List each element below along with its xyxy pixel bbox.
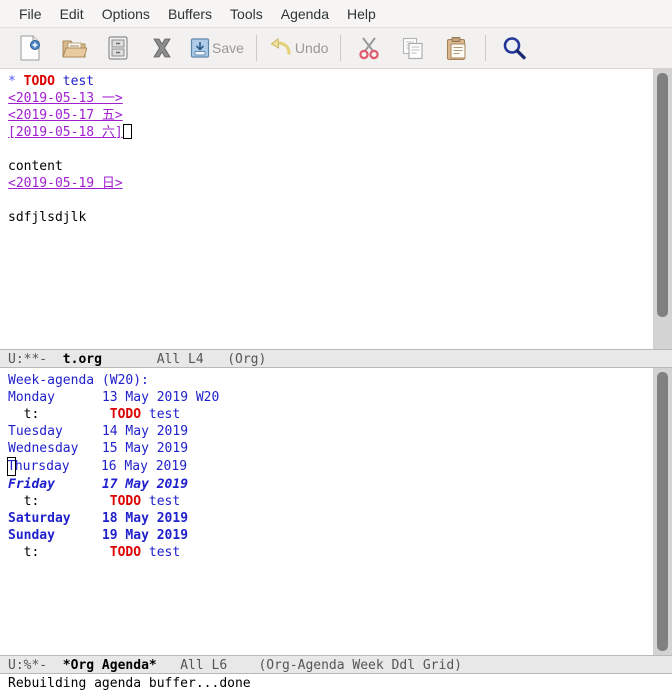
org-scrollbar-thumb[interactable]	[657, 73, 668, 317]
agenda-date-friday: 17 May 2019	[101, 477, 189, 492]
open-file-button[interactable]	[52, 30, 96, 66]
org-timestamp-1[interactable]: <2019-05-13 一>	[8, 91, 123, 106]
agenda-entry-text-1[interactable]: test	[149, 407, 180, 422]
org-file-window[interactable]: * TODO test <2019-05-13 一> <2019-05-17 五…	[0, 69, 672, 349]
menu-file[interactable]: File	[10, 4, 51, 24]
org-modeline-major-mode: (Org)	[227, 352, 267, 367]
menu-options[interactable]: Options	[93, 4, 159, 24]
echo-area-message: Rebuilding agenda buffer...done	[8, 676, 251, 691]
agenda-day-thursday-rest[interactable]: hursday	[15, 459, 70, 474]
clipboard-paste-icon	[447, 36, 466, 60]
org-headline-title: test	[62, 74, 95, 89]
org-modeline-buffer-name: t.org	[62, 352, 102, 367]
agenda-date-wednesday: 15 May 2019	[101, 441, 189, 456]
menu-agenda[interactable]: Agenda	[272, 4, 338, 24]
copy-button[interactable]	[391, 30, 435, 66]
search-button[interactable]	[492, 30, 536, 66]
agenda-date-saturday: 18 May 2019	[101, 511, 189, 526]
agenda-entry-category-3: t:	[23, 545, 40, 560]
new-file-icon	[20, 35, 40, 61]
agenda-buffer-text[interactable]: Week-agenda (W20): Monday 13 May 2019 W2…	[0, 368, 650, 655]
agenda-day-friday[interactable]: Friday	[8, 477, 55, 492]
undo-button-label: Undo	[294, 40, 329, 56]
toolbar-separator-1	[255, 35, 257, 61]
text-cursor	[122, 124, 132, 139]
paste-button[interactable]	[435, 30, 479, 66]
org-modeline-position: All L4	[156, 352, 204, 367]
agenda-window[interactable]: Week-agenda (W20): Monday 13 May 2019 W2…	[0, 368, 672, 655]
close-buffer-button[interactable]	[140, 30, 184, 66]
org-trailing-text: sdfjlsdjlk	[8, 210, 87, 225]
agenda-date-sunday: 19 May 2019	[101, 528, 189, 543]
echo-area: Rebuilding agenda buffer...done	[0, 674, 672, 696]
agenda-title: Week-agenda (W20):	[8, 373, 149, 388]
agenda-entry-text-2[interactable]: test	[149, 494, 180, 509]
agenda-entry-text-3[interactable]: test	[149, 545, 180, 560]
org-timestamp-2[interactable]: <2019-05-17 五>	[8, 108, 123, 123]
agenda-entry-category-2: t:	[23, 494, 40, 509]
agenda-day-sunday[interactable]: Sunday	[8, 528, 55, 543]
agenda-day-monday[interactable]: Monday	[8, 390, 55, 405]
org-window-modeline: U:**- t.org All L4 (Org)	[0, 349, 672, 368]
menu-bar: File Edit Options Buffers Tools Agenda H…	[0, 0, 672, 28]
org-body-line: content	[8, 159, 63, 174]
agenda-modeline-major-mode: (Org-Agenda Week Ddl Grid)	[258, 658, 462, 673]
agenda-day-saturday[interactable]: Saturday	[8, 511, 71, 526]
scissors-icon	[359, 37, 380, 60]
org-timestamp-4[interactable]: <2019-05-19 日>	[8, 176, 123, 191]
toolbar-separator-2	[340, 35, 342, 61]
menu-edit[interactable]: Edit	[51, 4, 93, 24]
org-buffer-text[interactable]: * TODO test <2019-05-13 一> <2019-05-17 五…	[0, 69, 650, 349]
agenda-date-tuesday: 14 May 2019	[101, 424, 189, 439]
save-button[interactable]: Save	[184, 30, 250, 66]
agenda-date-thursday: 16 May 2019	[100, 459, 188, 474]
agenda-modeline-buffer-name: *Org Agenda*	[62, 658, 157, 673]
toolbar-separator-3	[485, 35, 487, 61]
close-x-icon	[153, 38, 171, 58]
open-folder-icon	[62, 40, 87, 58]
save-icon	[190, 38, 210, 58]
agenda-entry-category-1: t:	[23, 407, 40, 422]
agenda-scrollbar-thumb[interactable]	[657, 372, 668, 651]
emacs-frame: * TODO test <2019-05-13 一> <2019-05-17 五…	[0, 69, 672, 696]
agenda-window-modeline: U:%*- *Org Agenda* All L6 (Org-Agenda We…	[0, 655, 672, 674]
org-todo-keyword[interactable]: TODO	[24, 74, 55, 89]
save-button-label: Save	[212, 40, 244, 56]
agenda-entry-todo-3[interactable]: TODO	[110, 545, 141, 560]
agenda-entry-todo-2[interactable]: TODO	[110, 494, 141, 509]
agenda-date-monday: 13 May 2019 W20	[101, 390, 220, 405]
agenda-modeline-position: All L6	[180, 658, 228, 673]
copy-icon	[403, 37, 423, 60]
org-headline-bullet: *	[8, 74, 16, 89]
agenda-entry-todo-1[interactable]: TODO	[110, 407, 141, 422]
save-as-button[interactable]	[96, 30, 140, 66]
agenda-window-scrollbar[interactable]	[650, 368, 672, 655]
menu-tools[interactable]: Tools	[221, 4, 272, 24]
file-cabinet-icon	[108, 36, 128, 60]
cut-button[interactable]	[347, 30, 391, 66]
undo-arrow-icon	[270, 38, 291, 55]
magnifier-icon	[504, 37, 527, 60]
org-modeline-coding: U:**-	[8, 352, 48, 367]
tool-bar: Save Undo	[0, 28, 672, 69]
org-window-scrollbar[interactable]	[650, 69, 672, 349]
agenda-day-wednesday[interactable]: Wednesday	[8, 441, 78, 456]
new-file-button[interactable]	[8, 30, 52, 66]
undo-button[interactable]: Undo	[263, 30, 334, 66]
agenda-modeline-coding: U:%*-	[8, 658, 48, 673]
agenda-day-tuesday[interactable]: Tuesday	[8, 424, 63, 439]
org-timestamp-3[interactable]: [2019-05-18 六]	[8, 125, 123, 140]
menu-buffers[interactable]: Buffers	[159, 4, 221, 24]
menu-help[interactable]: Help	[338, 4, 385, 24]
